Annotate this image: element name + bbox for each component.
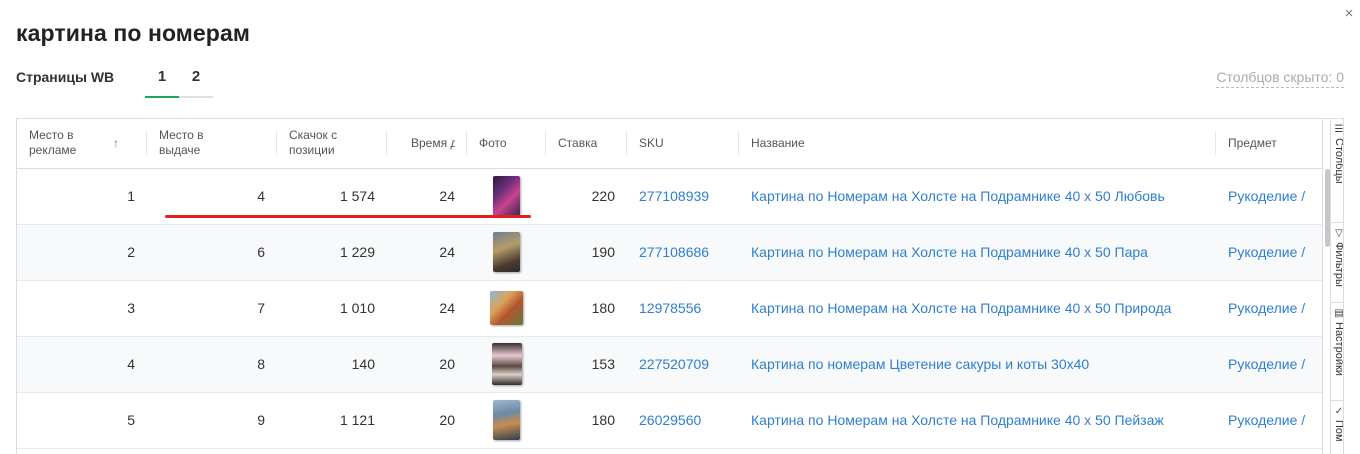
cell-search-place: 9 bbox=[147, 392, 277, 449]
table-row[interactable]: 4 8 140 20 153 227520709 Картина по номе… bbox=[17, 336, 1322, 393]
product-name-link[interactable]: Картина по Номерам на Холсте на Подрамни… bbox=[739, 392, 1216, 449]
sort-ascending-icon[interactable]: ↑ bbox=[113, 136, 119, 151]
col-header-subject-label: Предмет bbox=[1228, 135, 1277, 150]
tab-page-1[interactable]: 1 bbox=[145, 66, 179, 98]
cell-bid: 220 bbox=[546, 168, 627, 225]
col-header-delivery-label: Время достав bbox=[411, 135, 455, 150]
cell-photo[interactable] bbox=[467, 280, 546, 337]
col-header-photo[interactable]: Фото bbox=[467, 119, 546, 169]
sku-link[interactable]: 277108939 bbox=[627, 168, 739, 225]
side-tab-columns-label: Столбцы bbox=[1333, 138, 1344, 184]
col-header-jump[interactable]: Скачок с позиции bbox=[277, 119, 387, 169]
product-thumbnail-icon[interactable] bbox=[493, 232, 520, 272]
cell-ad-place: 1 bbox=[17, 168, 147, 225]
settings-icon: ▤ bbox=[1334, 308, 1344, 319]
cell-jump: 1 010 bbox=[277, 280, 387, 337]
col-header-sku[interactable]: SKU bbox=[627, 119, 739, 169]
subject-link[interactable]: Рукоделие / bbox=[1216, 168, 1322, 225]
table-row[interactable]: 3 7 1 010 24 180 12978556 Картина по Ном… bbox=[17, 280, 1322, 337]
side-tab-filters[interactable]: ▽ Фильтры bbox=[1330, 223, 1344, 303]
side-tab-settings[interactable]: ▤ Настройки bbox=[1330, 303, 1344, 401]
cell-bid: 180 bbox=[546, 392, 627, 449]
hidden-columns-link[interactable]: Столбцов скрыто: 0 bbox=[1216, 69, 1344, 88]
table-row[interactable]: 2 6 1 229 24 190 277108686 Картина по Но… bbox=[17, 224, 1322, 281]
col-header-delivery[interactable]: Время достав bbox=[387, 119, 467, 169]
col-header-search-place[interactable]: Место в выдаче bbox=[147, 119, 277, 169]
side-tool-panel: ☰ Столбцы ▽ Фильтры ▤ Настройки ✓ Пом bbox=[1322, 119, 1344, 454]
product-name-link[interactable]: Картина по Номерам на Холсте на Подрамни… bbox=[739, 280, 1216, 337]
cell-ad-place: 3 bbox=[17, 280, 147, 337]
cell-ad-place: 5 bbox=[17, 392, 147, 449]
close-icon[interactable]: × bbox=[1341, 6, 1357, 22]
table-header-row: Место в рекламе ↑ Место в выдаче Скачок … bbox=[17, 119, 1322, 169]
cell-ad-place: 4 bbox=[17, 336, 147, 393]
cell-search-place: 6 bbox=[147, 224, 277, 281]
side-tab-filters-label: Фильтры bbox=[1333, 242, 1344, 287]
cell-jump: 1 121 bbox=[277, 392, 387, 449]
col-header-bid[interactable]: Ставка bbox=[546, 119, 627, 169]
subject-link[interactable]: Рукоделие / bbox=[1216, 280, 1322, 337]
col-header-name-label: Название bbox=[751, 135, 805, 150]
cell-bid: 153 bbox=[546, 336, 627, 393]
product-thumbnail-icon[interactable] bbox=[490, 291, 523, 325]
sku-link[interactable]: 227520709 bbox=[627, 336, 739, 393]
col-header-jump-label: Скачок с позиции bbox=[289, 128, 338, 158]
col-header-ad-place-label: Место в рекламе bbox=[29, 128, 77, 158]
filter-icon: ▽ bbox=[1335, 228, 1343, 239]
results-table: Место в рекламе ↑ Место в выдаче Скачок … bbox=[17, 119, 1322, 449]
col-header-sku-label: SKU bbox=[639, 135, 664, 150]
cell-search-place: 7 bbox=[147, 280, 277, 337]
col-header-subject[interactable]: Предмет bbox=[1216, 119, 1322, 169]
cell-bid: 190 bbox=[546, 224, 627, 281]
results-grid: Место в рекламе ↑ Место в выдаче Скачок … bbox=[16, 118, 1344, 454]
check-icon: ✓ bbox=[1334, 406, 1344, 417]
cell-photo[interactable] bbox=[467, 392, 546, 449]
product-thumbnail-icon[interactable] bbox=[493, 400, 520, 440]
cell-bid: 180 bbox=[546, 280, 627, 337]
col-header-ad-place[interactable]: Место в рекламе ↑ bbox=[17, 119, 147, 169]
page-title: картина по номерам bbox=[16, 20, 250, 46]
cell-photo[interactable] bbox=[467, 336, 546, 393]
sku-link[interactable]: 277108686 bbox=[627, 224, 739, 281]
col-header-photo-label: Фото bbox=[479, 135, 507, 150]
pages-label: Страницы WB bbox=[16, 69, 115, 85]
side-tab-help-label: Пом bbox=[1333, 420, 1344, 442]
sku-link[interactable]: 26029560 bbox=[627, 392, 739, 449]
product-thumbnail-icon[interactable] bbox=[491, 343, 522, 385]
col-header-search-place-label: Место в выдаче bbox=[159, 128, 204, 158]
cell-jump: 1 229 bbox=[277, 224, 387, 281]
highlight-underline bbox=[165, 215, 531, 218]
cell-jump: 140 bbox=[277, 336, 387, 393]
columns-icon: ☰ bbox=[1334, 124, 1344, 135]
subject-link[interactable]: Рукоделие / bbox=[1216, 392, 1322, 449]
subject-link[interactable]: Рукоделие / bbox=[1216, 336, 1322, 393]
product-name-link[interactable]: Картина по номерам Цветение сакуры и кот… bbox=[739, 336, 1216, 393]
cell-delivery: 24 bbox=[387, 280, 467, 337]
cell-search-place: 8 bbox=[147, 336, 277, 393]
subject-link[interactable]: Рукоделие / bbox=[1216, 224, 1322, 281]
product-thumbnail-icon[interactable] bbox=[493, 176, 520, 216]
sku-link[interactable]: 12978556 bbox=[627, 280, 739, 337]
col-header-bid-label: Ставка bbox=[558, 135, 598, 150]
side-tab-columns[interactable]: ☰ Столбцы bbox=[1330, 119, 1344, 223]
cell-delivery: 24 bbox=[387, 224, 467, 281]
cell-delivery: 20 bbox=[387, 336, 467, 393]
cell-photo[interactable] bbox=[467, 224, 546, 281]
cell-delivery: 20 bbox=[387, 392, 467, 449]
tab-page-2[interactable]: 2 bbox=[179, 66, 213, 98]
side-tab-help[interactable]: ✓ Пом bbox=[1330, 401, 1344, 454]
product-name-link[interactable]: Картина по Номерам на Холсте на Подрамни… bbox=[739, 168, 1216, 225]
cell-ad-place: 2 bbox=[17, 224, 147, 281]
col-header-name[interactable]: Название bbox=[739, 119, 1216, 169]
product-name-link[interactable]: Картина по Номерам на Холсте на Подрамни… bbox=[739, 224, 1216, 281]
side-tab-settings-label: Настройки bbox=[1333, 322, 1344, 376]
table-row[interactable]: 5 9 1 121 20 180 26029560 Картина по Ном… bbox=[17, 392, 1322, 449]
page-tabs: 1 2 bbox=[145, 66, 213, 98]
